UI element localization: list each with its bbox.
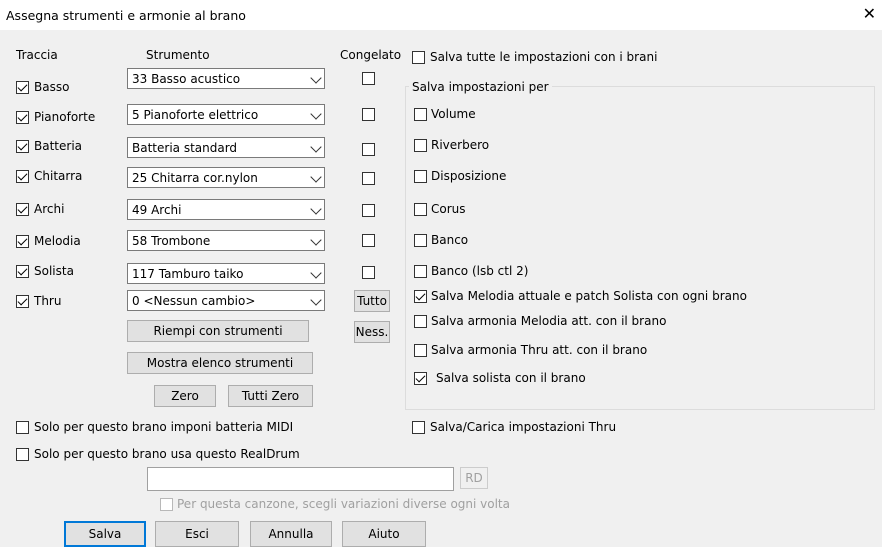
- chevron-down-icon: [310, 234, 322, 246]
- bank-label: Banco: [431, 233, 469, 247]
- instrument-select[interactable]: 0 <Nessun cambio>: [127, 290, 325, 311]
- exit-button[interactable]: Esci: [155, 521, 239, 547]
- instrument-value: 25 Chitarra cor.nylon: [132, 171, 258, 185]
- dialog-title: Assegna strumenti e armonie al brano: [6, 8, 246, 23]
- frozen-checkbox[interactable]: [362, 72, 375, 85]
- save-thru-harmony-checkbox[interactable]: [414, 344, 427, 357]
- instrument-value: 33 Basso acustico: [132, 72, 241, 86]
- save-soloist-label: Salva solista con il brano: [436, 371, 586, 385]
- thru-settings-checkbox[interactable]: [412, 421, 425, 434]
- save-thru-harmony-label: Salva armonia Thru att. con il brano: [431, 343, 648, 357]
- realdrums-label: Solo per questo brano usa questo RealDru…: [34, 447, 300, 461]
- chevron-down-icon: [310, 108, 322, 120]
- close-icon[interactable]: ✕: [863, 5, 876, 23]
- instrument-value: Batteria standard: [132, 141, 238, 155]
- pan-checkbox[interactable]: [414, 170, 427, 183]
- save-settings-group: [405, 86, 875, 410]
- instrument-select[interactable]: 25 Chitarra cor.nylon: [127, 167, 325, 188]
- reverb-checkbox[interactable]: [414, 139, 427, 152]
- save-melody-soloist-patch-checkbox[interactable]: [414, 290, 427, 303]
- track-enable-checkbox[interactable]: [16, 170, 29, 183]
- track-enable-checkbox[interactable]: [16, 81, 29, 94]
- track-label: Pianoforte: [34, 110, 96, 124]
- chorus-checkbox[interactable]: [414, 203, 427, 216]
- instrument-value: 49 Archi: [132, 203, 182, 217]
- frozen-checkbox[interactable]: [362, 172, 375, 185]
- variations-label: Per questa canzone, scegli variazioni di…: [177, 497, 510, 511]
- save-melody-soloist-patch-label: Salva Melodia attuale e patch Solista co…: [431, 289, 747, 303]
- frozen-checkbox[interactable]: [362, 234, 375, 247]
- chorus-label: Corus: [431, 202, 466, 216]
- bank-checkbox[interactable]: [414, 234, 427, 247]
- realdrums-input[interactable]: [147, 467, 454, 491]
- save-all-label: Salva tutte le impostazioni con i brani: [430, 50, 658, 64]
- none-button[interactable]: Ness.: [354, 321, 390, 343]
- instrument-value: 0 <Nessun cambio>: [132, 294, 256, 308]
- pan-label: Disposizione: [431, 169, 507, 183]
- help-button[interactable]: Aiuto: [342, 521, 426, 547]
- track-label: Thru: [34, 294, 62, 308]
- instrument-select[interactable]: 33 Basso acustico: [127, 68, 325, 89]
- track-label: Melodia: [34, 234, 81, 248]
- instrument-select[interactable]: 49 Archi: [127, 199, 325, 220]
- reverb-label: Riverbero: [431, 138, 490, 152]
- track-enable-checkbox[interactable]: [16, 265, 29, 278]
- volume-checkbox[interactable]: [414, 108, 427, 121]
- save-all-checkbox[interactable]: [412, 51, 425, 64]
- frozen-checkbox[interactable]: [362, 204, 375, 217]
- midi-drums-label: Solo per questo brano imponi batteria MI…: [34, 420, 294, 434]
- frozen-checkbox[interactable]: [362, 143, 375, 156]
- rd-button[interactable]: RD: [460, 467, 488, 489]
- save-melody-harmony-checkbox[interactable]: [414, 315, 427, 328]
- thru-settings-label: Salva/Carica impostazioni Thru: [430, 420, 617, 434]
- track-label: Batteria: [34, 139, 82, 153]
- save-button[interactable]: Salva: [64, 521, 146, 547]
- title-bar: Assegna strumenti e armonie al brano ✕: [0, 0, 882, 30]
- volume-label: Volume: [431, 107, 476, 121]
- instrument-value: 5 Pianoforte elettrico: [132, 108, 259, 122]
- save-soloist-checkbox[interactable]: [414, 372, 427, 385]
- track-label: Archi: [34, 202, 65, 216]
- chevron-down-icon: [310, 267, 322, 279]
- track-enable-checkbox[interactable]: [16, 235, 29, 248]
- fill-instruments-button[interactable]: Riempi con strumenti: [127, 320, 309, 342]
- chevron-down-icon: [310, 203, 322, 215]
- all-button[interactable]: Tutto: [354, 290, 390, 312]
- track-enable-checkbox[interactable]: [16, 111, 29, 124]
- chevron-down-icon: [310, 294, 322, 306]
- chevron-down-icon: [310, 72, 322, 84]
- zero-button[interactable]: Zero: [154, 385, 216, 407]
- variations-checkbox[interactable]: [160, 498, 173, 511]
- bank-lsb-checkbox[interactable]: [414, 265, 427, 278]
- instrument-select[interactable]: 117 Tamburo taiko: [127, 263, 325, 284]
- instrument-value: 58 Trombone: [132, 234, 211, 248]
- track-label: Solista: [34, 264, 74, 278]
- track-enable-checkbox[interactable]: [16, 295, 29, 308]
- frozen-checkbox[interactable]: [362, 266, 375, 279]
- header-track: Traccia: [16, 48, 58, 62]
- track-enable-checkbox[interactable]: [16, 140, 29, 153]
- show-instrument-list-button[interactable]: Mostra elenco strumenti: [127, 352, 313, 374]
- track-label: Chitarra: [34, 169, 83, 183]
- midi-drums-checkbox[interactable]: [16, 421, 29, 434]
- realdrums-checkbox[interactable]: [16, 448, 29, 461]
- bank-lsb-label: Banco (lsb ctl 2): [431, 264, 529, 278]
- header-frozen: Congelato: [340, 48, 402, 62]
- track-enable-checkbox[interactable]: [16, 203, 29, 216]
- instrument-select[interactable]: 5 Pianoforte elettrico: [127, 104, 325, 125]
- chevron-down-icon: [310, 171, 322, 183]
- chevron-down-icon: [310, 141, 322, 153]
- track-label: Basso: [34, 80, 70, 94]
- save-settings-group-label: Salva impostazioni per: [409, 80, 552, 94]
- frozen-checkbox[interactable]: [362, 108, 375, 121]
- instrument-select[interactable]: 58 Trombone: [127, 230, 325, 251]
- dialog-window: Assegna strumenti e armonie al brano ✕ T…: [0, 0, 882, 547]
- instrument-value: 117 Tamburo taiko: [132, 267, 244, 281]
- all-zero-button[interactable]: Tutti Zero: [228, 385, 313, 407]
- cancel-button[interactable]: Annulla: [250, 521, 332, 547]
- header-instrument: Strumento: [146, 48, 210, 62]
- instrument-select[interactable]: Batteria standard: [127, 137, 325, 158]
- save-melody-harmony-label: Salva armonia Melodia att. con il brano: [431, 314, 667, 328]
